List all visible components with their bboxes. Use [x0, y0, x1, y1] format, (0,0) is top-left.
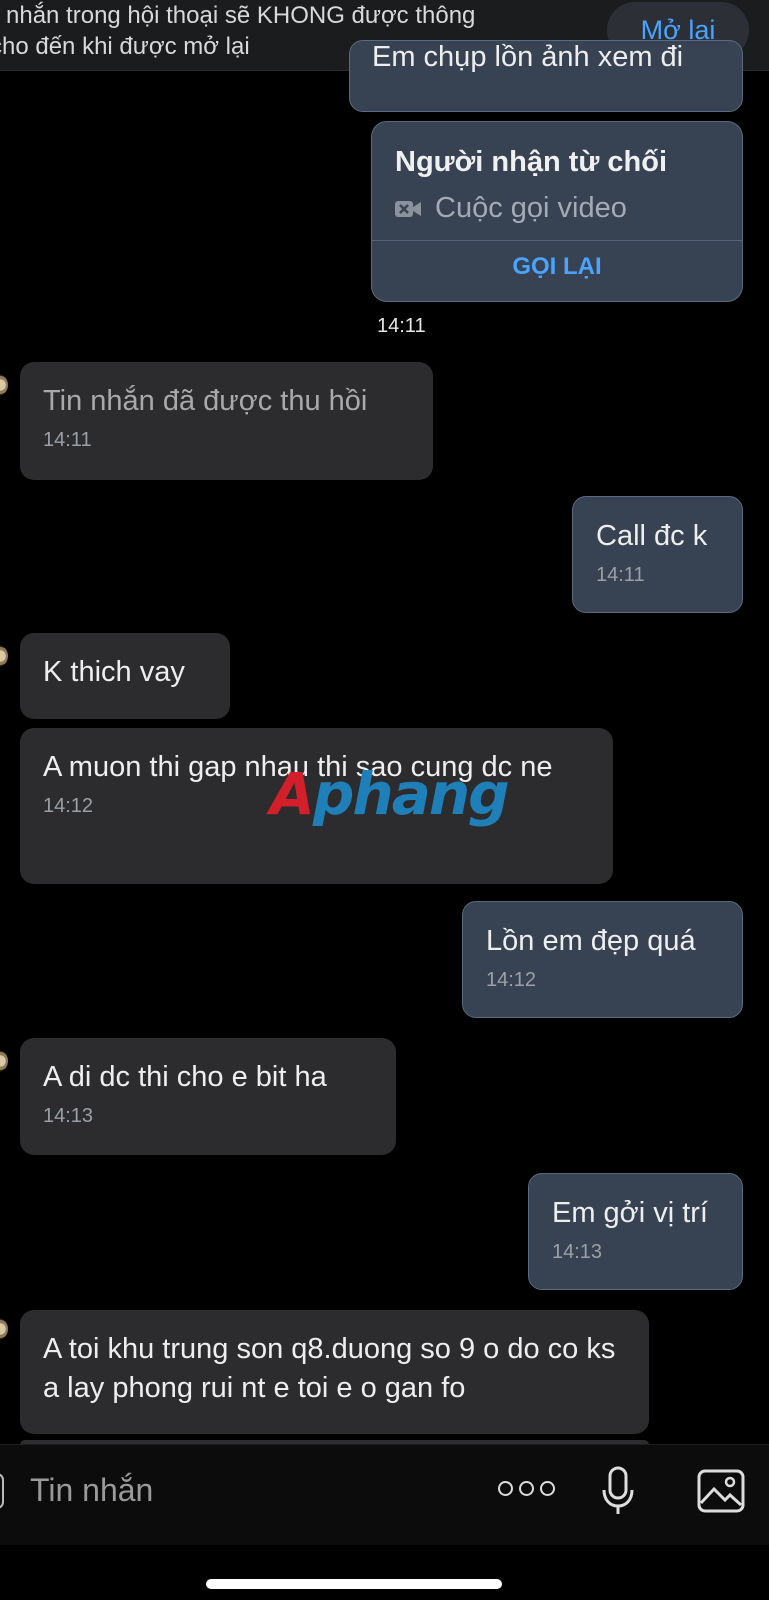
partial-outgoing-bubble[interactable]: Em chụp lồn ảnh xem đi	[349, 40, 743, 112]
emoji-icon[interactable]	[0, 1473, 4, 1509]
image-gallery-icon[interactable]	[697, 1469, 745, 1513]
message-text: Em chụp lồn ảnh xem đi	[372, 41, 684, 73]
message-bubble-incoming[interactable]: Tin nhắn đã được thu hồi 14:11	[20, 362, 433, 480]
more-options-icon[interactable]	[498, 1481, 555, 1496]
message-text: A di dc thi cho e bit ha	[43, 1061, 327, 1093]
message-text: Em gởi vị trí	[552, 1197, 708, 1229]
call-back-button[interactable]: GỌI LẠI	[372, 253, 742, 281]
message-text: Tin nhắn đã được thu hồi	[43, 385, 368, 417]
declined-video-call-card[interactable]: Người nhận từ chối Cuộc gọi video GỌI LẠ…	[371, 121, 743, 302]
message-time: 14:12	[486, 969, 537, 991]
divider	[372, 240, 742, 241]
message-bubble-incoming[interactable]: A toi khu trung son q8.duong so 9 o do c…	[20, 1310, 649, 1434]
message-text: A toi khu trung son q8.duong so 9 o do c…	[43, 1333, 616, 1404]
avatar[interactable]	[0, 645, 8, 667]
message-bubble-incoming[interactable]: A di dc thi cho e bit ha 14:13	[20, 1038, 396, 1155]
microphone-icon[interactable]	[601, 1466, 635, 1516]
message-time: 14:13	[43, 1105, 94, 1127]
video-camera-icon	[395, 200, 421, 217]
avatar[interactable]	[0, 1050, 8, 1072]
message-time: 14:11	[43, 429, 92, 451]
message-time: 14:13	[552, 1241, 603, 1263]
avatar[interactable]	[0, 374, 8, 396]
message-bubble-incoming[interactable]: K thich vay	[20, 633, 230, 719]
watermark-logo: Aphang	[270, 760, 510, 828]
message-input[interactable]: Tin nhắn	[30, 1472, 153, 1509]
call-type-row: Cuộc gọi video	[395, 192, 627, 225]
call-timestamp: 14:11	[377, 315, 426, 337]
message-bubble-outgoing[interactable]: Call đc k 14:11	[572, 496, 743, 613]
message-bubble-outgoing[interactable]: Lồn em đẹp quá 14:12	[462, 901, 743, 1018]
banner-line-1: nhắn trong hội thoại sẽ KHONG được thông	[6, 2, 476, 29]
home-indicator[interactable]	[206, 1579, 502, 1589]
message-text: Call đc k	[596, 520, 708, 552]
call-status-title: Người nhận từ chối	[395, 146, 668, 178]
message-text: K thich vay	[43, 656, 185, 688]
message-bubble-outgoing[interactable]: Em gởi vị trí 14:13	[528, 1173, 743, 1290]
message-text: Lồn em đẹp quá	[486, 925, 696, 957]
message-time: 14:11	[596, 564, 645, 586]
call-type-label: Cuộc gọi video	[435, 192, 627, 224]
avatar[interactable]	[0, 1318, 8, 1340]
